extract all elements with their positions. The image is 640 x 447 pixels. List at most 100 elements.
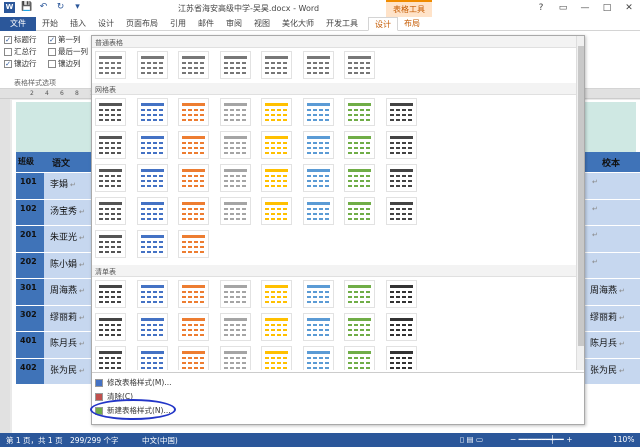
table-style-tile[interactable] [178,131,209,159]
table-style-tile[interactable] [95,98,126,126]
table-style-tile[interactable] [385,280,417,308]
table-style-tile[interactable] [385,131,417,159]
word-count[interactable]: 299/299 个字 [70,435,119,446]
style-option-0[interactable]: ✓ 标题行 [4,34,37,45]
table-style-tile[interactable] [261,131,292,159]
help-icon[interactable]: ? [530,0,552,17]
table-style-tile[interactable] [302,98,334,126]
table-style-tile[interactable] [302,164,334,192]
customize-qat-icon[interactable]: ▾ [72,2,83,13]
table-style-tile[interactable] [178,98,209,126]
table-style-tile[interactable] [95,280,126,308]
checkbox[interactable] [48,47,56,56]
table-style-tile[interactable] [344,280,375,308]
table-style-tile[interactable] [385,197,417,225]
table-style-tile[interactable] [178,51,209,79]
table-style-tile[interactable] [219,131,251,159]
table-style-tile[interactable] [385,98,417,126]
table-style-tile[interactable] [261,313,292,341]
scrollbar-thumb[interactable] [578,46,584,346]
table-style-tile[interactable] [136,230,168,258]
table-style-tile[interactable] [302,280,334,308]
style-option-2[interactable]: 汇总行 [4,46,37,57]
checkbox[interactable] [48,59,56,68]
table-style-tile[interactable] [178,313,209,341]
table-style-tile[interactable] [136,313,168,341]
table-style-tile[interactable] [95,51,126,79]
close-icon[interactable]: ✕ [618,0,640,17]
table-style-tile[interactable] [385,313,417,341]
table-style-tile[interactable] [219,197,251,225]
table-style-tile[interactable] [95,313,126,341]
table-style-tile[interactable] [344,313,375,341]
tab-2[interactable]: 插入 [64,17,92,31]
table-style-tile[interactable] [261,197,292,225]
view-buttons[interactable]: ▯ ▤ ▭ [460,435,483,444]
table-style-tile[interactable] [219,280,251,308]
checkbox[interactable] [4,47,12,56]
table-style-tile[interactable] [302,51,334,79]
table-style-tile[interactable] [136,51,168,79]
table-style-tile[interactable] [385,164,417,192]
table-style-tile[interactable] [261,280,292,308]
table-style-tile[interactable] [344,197,375,225]
maximize-icon[interactable]: □ [596,0,618,17]
style-option-5[interactable]: 镶边列 [48,58,81,69]
tab-3[interactable]: 设计 [92,17,120,31]
ribbon-display-icon[interactable]: ▭ [552,0,574,17]
table-style-tile[interactable] [136,280,168,308]
table-style-tile[interactable] [136,131,168,159]
table-left-part[interactable]: 班级 语文 101 李娟 ↵ 102 汤宝秀 ↵ 201 朱亚光 ↵ 202 陈小娟 ↵ 301 周海燕 ↵… [16,152,92,433]
table-style-tile[interactable] [344,346,375,370]
table-style-tile[interactable] [219,313,251,341]
style-option-4[interactable]: ✓ 镶边行 [4,58,37,69]
table-style-tile[interactable] [302,131,334,159]
zoom-level[interactable]: 110% [613,435,634,444]
table-style-tile[interactable] [136,98,168,126]
table-style-tile[interactable] [95,197,126,225]
checkbox[interactable]: ✓ [4,59,12,68]
page-count[interactable]: 第 1 页，共 1 页 [6,435,63,446]
tab-8[interactable]: 视图 [248,17,276,31]
undo-icon[interactable]: ↶ [38,2,49,13]
table-style-tile[interactable] [178,346,209,370]
table-style-tile[interactable] [385,346,417,370]
table-right-part[interactable]: 校本 ↵ ↵ ↵ ↵ 周海燕 ↵ 缪丽莉 ↵ 陈月兵 ↵ 张为民 ↵ [582,152,640,433]
tab-4[interactable]: 页面布局 [120,17,164,31]
table-style-tile[interactable] [178,230,209,258]
table-style-tile[interactable] [344,164,375,192]
table-style-tile[interactable] [219,346,251,370]
tab-12[interactable]: 布局 [398,17,426,31]
table-style-tile[interactable] [261,51,292,79]
gallery-scrollbar[interactable] [576,36,584,370]
table-style-tile[interactable] [136,346,168,370]
save-icon[interactable]: 💾 [21,2,32,13]
table-style-tile[interactable] [219,98,251,126]
tab-10[interactable]: 开发工具 [320,17,364,31]
table-style-tile[interactable] [136,164,168,192]
table-style-tile[interactable] [344,131,375,159]
gallery-menu-item-0[interactable]: 修改表格样式(M)... [95,377,171,388]
table-style-tile[interactable] [261,346,292,370]
table-style-tile[interactable] [344,98,375,126]
table-style-tile[interactable] [261,164,292,192]
table-style-tile[interactable] [178,280,209,308]
redo-icon[interactable]: ↻ [55,2,66,13]
table-style-tile[interactable] [344,51,375,79]
checkbox[interactable]: ✓ [48,35,56,44]
style-option-3[interactable]: 最后一列 [48,46,88,57]
tab-0[interactable]: 文件 [0,17,36,31]
language-indicator[interactable]: 中文(中国) [142,435,178,446]
zoom-slider[interactable]: − ━━━━━━━┿━━ + [510,435,573,444]
table-style-tile[interactable] [95,131,126,159]
tab-6[interactable]: 邮件 [192,17,220,31]
minimize-icon[interactable]: — [574,0,596,17]
table-style-tile[interactable] [302,313,334,341]
table-style-tile[interactable] [95,164,126,192]
checkbox[interactable]: ✓ [4,35,12,44]
table-style-tile[interactable] [178,164,209,192]
table-style-tile[interactable] [178,197,209,225]
table-style-tile[interactable] [219,51,251,79]
table-style-tile[interactable] [219,164,251,192]
table-style-tile[interactable] [302,346,334,370]
